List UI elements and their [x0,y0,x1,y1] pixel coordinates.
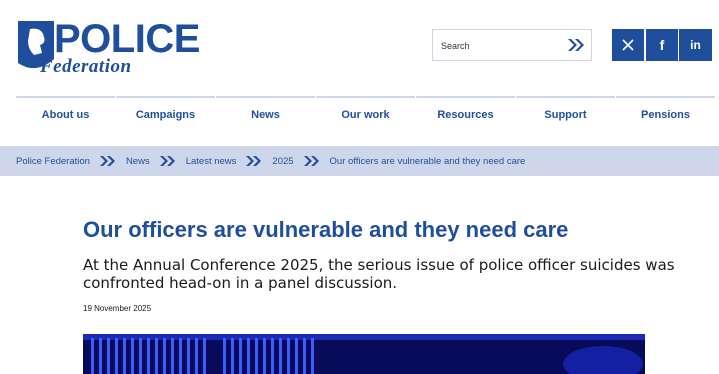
article-title: Our officers are vulnerable and they nee… [83,217,569,242]
nav-campaigns[interactable]: Campaigns [116,96,215,132]
search-submit-icon[interactable] [567,37,585,53]
chevron-double-right-icon [99,156,115,166]
hero-image-graphic [83,334,645,374]
breadcrumb-latest-news[interactable]: Latest news [186,156,237,167]
chevron-double-right-icon [303,156,319,166]
chevron-double-right-icon [159,156,175,166]
article-standfirst: At the Annual Conference 2025, the serio… [83,256,675,292]
breadcrumb-2025[interactable]: 2025 [272,156,293,167]
main-navigation: About us Campaigns News Our work Resourc… [16,96,719,132]
breadcrumb-news[interactable]: News [126,156,150,167]
search-box [432,29,592,61]
chevron-double-right-icon [246,156,262,166]
article-hero-image [83,334,645,374]
linkedin-icon[interactable]: in [679,29,712,61]
nav-support[interactable]: Support [516,96,615,132]
nav-resources[interactable]: Resources [416,96,515,132]
article-date: 19 November 2025 [83,304,152,313]
x-icon[interactable] [612,29,644,61]
search-input[interactable] [439,37,563,55]
nav-news[interactable]: News [216,96,315,132]
breadcrumb: Police Federation News Latest news 2025 … [0,146,719,176]
breadcrumb-current-page: Our officers are vulnerable and they nee… [329,155,526,167]
police-federation-logo[interactable]: POLICE Federation [16,17,200,77]
nav-pensions[interactable]: Pensions [616,96,715,132]
facebook-icon[interactable]: f [646,29,678,61]
logo-federation-text: Federation [40,56,132,77]
logo-police-text: POLICE [54,17,200,61]
nav-about-us[interactable]: About us [16,96,115,132]
breadcrumb-police-federation[interactable]: Police Federation [16,156,90,167]
nav-our-work[interactable]: Our work [316,96,415,132]
